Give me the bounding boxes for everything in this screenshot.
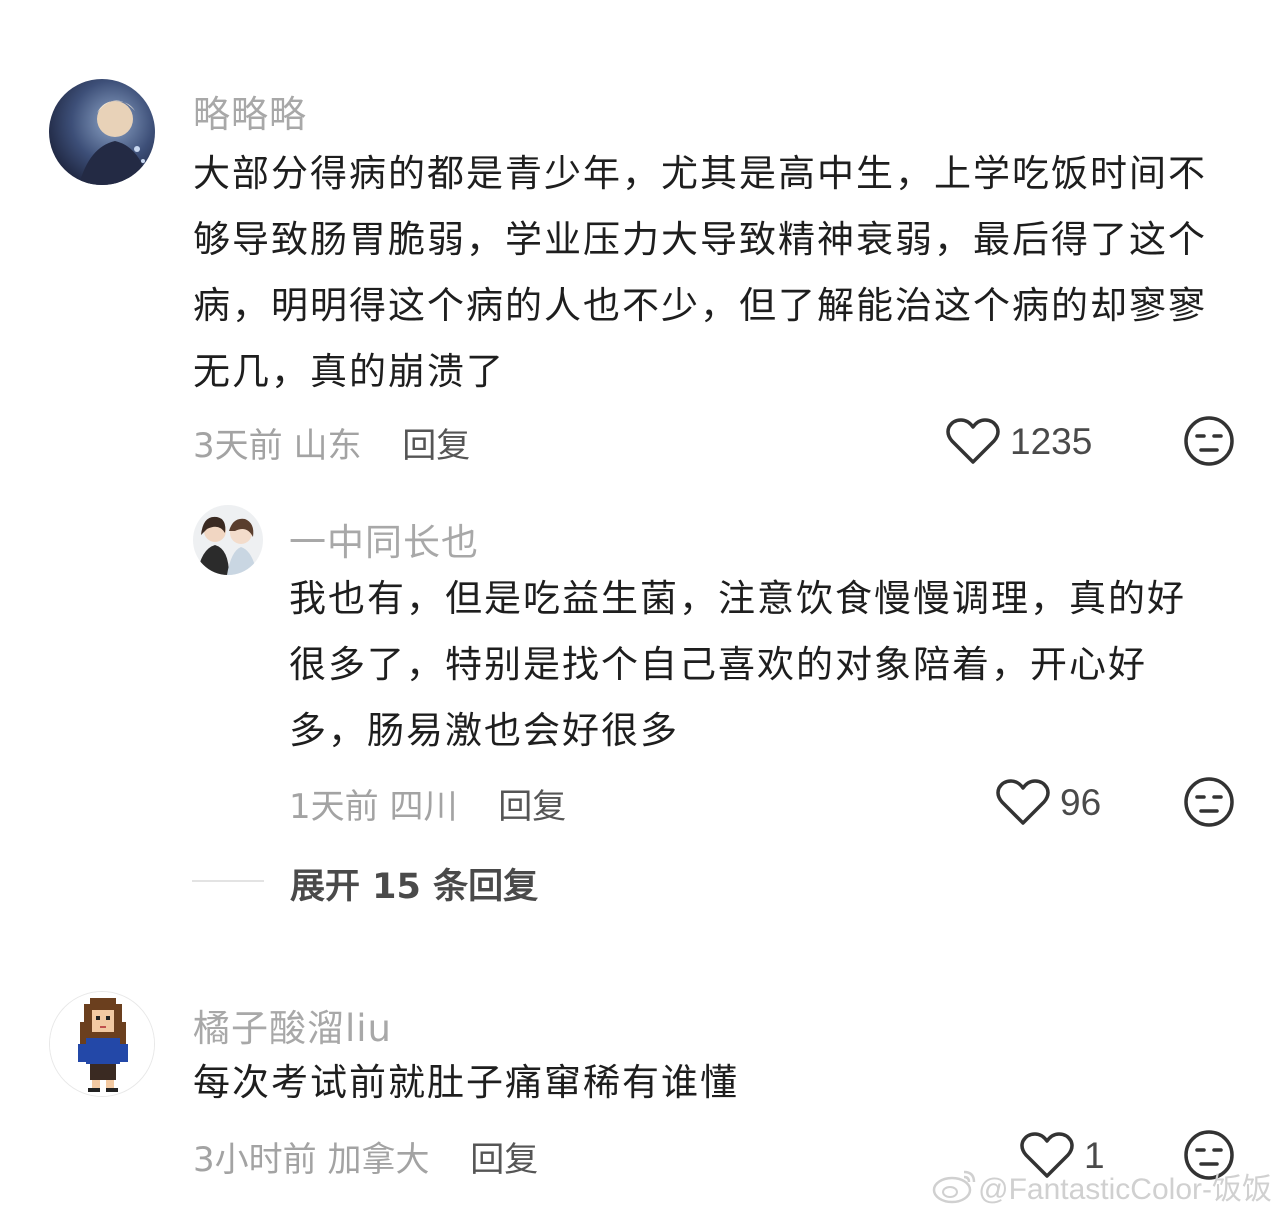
like-count: 1235 (1010, 421, 1093, 462)
expand-divider (192, 880, 264, 882)
avatar[interactable] (193, 505, 263, 575)
comment-time: 3天前 (193, 426, 283, 466)
comment-location: 山东 (293, 426, 362, 466)
comment-text: 大部分得病的都是青少年，尤其是高中生，上学吃饭时间不够导致肠胃脆弱，学业压力大导… (193, 152, 1207, 393)
reply-button[interactable]: 回复 (470, 1140, 538, 1180)
reply-location: 四川 (389, 787, 458, 827)
comment-time: 3小时前 (193, 1140, 317, 1180)
neutral-face-icon[interactable] (1183, 415, 1235, 467)
watermark: @FantasticColor-饭饭 (932, 1164, 1272, 1208)
reply-button[interactable]: 回复 (498, 787, 566, 827)
comment-text: 每次考试前就肚子痛窜稀有谁懂 (193, 1061, 739, 1104)
watermark-text: @FantasticColor-饭饭 (978, 1173, 1272, 1206)
reply-time: 1天前 (289, 787, 379, 827)
heart-outline-icon (946, 418, 1000, 464)
comment-meta: 3小时前 加拿大 回复 (193, 1132, 538, 1181)
avatar-image (193, 505, 263, 575)
reply-text: 我也有，但是吃益生菌，注意饮食慢慢调理，真的好很多了，特别是找个自己喜欢的对象陪… (289, 577, 1186, 752)
reply-username[interactable]: 一中同长也 (289, 512, 479, 566)
reply-meta: 1天前 四川 回复 (289, 779, 566, 828)
comment-location: 加拿大 (327, 1140, 430, 1180)
like-button[interactable]: 96 (996, 775, 1101, 831)
like-button[interactable]: 1235 (946, 414, 1092, 470)
avatar[interactable] (49, 79, 155, 185)
weibo-logo-icon (932, 1170, 976, 1204)
comment-username[interactable]: 略略略 (193, 84, 307, 138)
avatar-image (49, 79, 155, 185)
comment-username[interactable]: 橘子酸溜liu (193, 998, 392, 1052)
like-count: 96 (1060, 782, 1102, 823)
avatar[interactable] (49, 991, 155, 1097)
expand-replies-button[interactable]: 展开 15 条回复 (290, 858, 538, 909)
avatar-image (50, 992, 154, 1096)
reply-button[interactable]: 回复 (402, 426, 470, 466)
neutral-face-icon[interactable] (1183, 776, 1235, 828)
comment-meta: 3天前 山东 回复 (193, 418, 470, 467)
heart-outline-icon (996, 779, 1050, 825)
